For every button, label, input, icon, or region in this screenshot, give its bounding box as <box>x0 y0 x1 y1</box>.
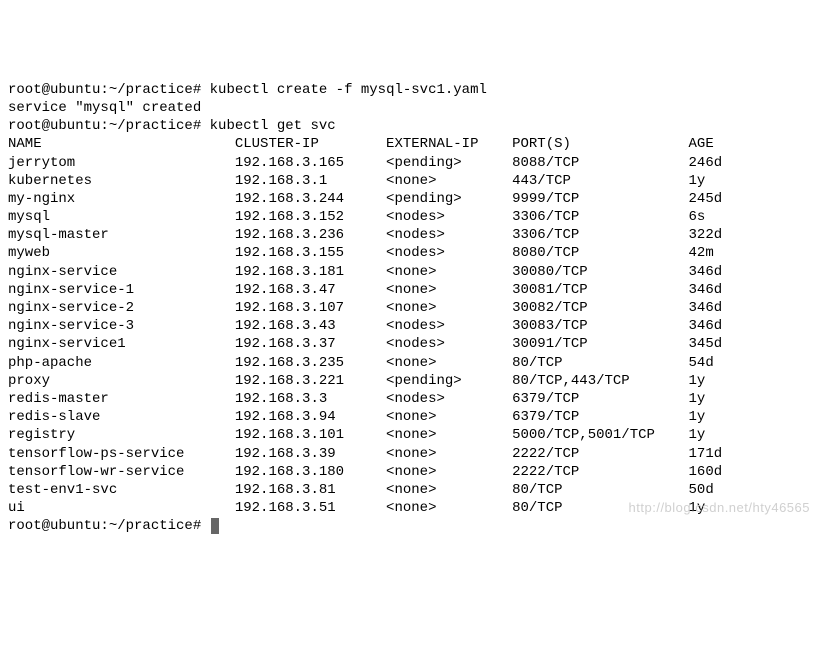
table-row: kubernetes 192.168.3.1 <none> 443/TCP 1y <box>8 172 812 190</box>
table-row: nginx-service-1 192.168.3.47 <none> 3008… <box>8 281 812 299</box>
table-row: redis-master 192.168.3.3 <nodes> 6379/TC… <box>8 390 812 408</box>
table-row: nginx-service-2 192.168.3.107 <none> 300… <box>8 299 812 317</box>
table-row: registry 192.168.3.101 <none> 5000/TCP,5… <box>8 426 812 444</box>
terminal-output: root@ubuntu:~/practice# kubectl create -… <box>8 81 812 536</box>
table-row: tensorflow-ps-service 192.168.3.39 <none… <box>8 445 812 463</box>
table-row: tensorflow-wr-service 192.168.3.180 <non… <box>8 463 812 481</box>
command-text: kubectl create -f mysql-svc1.yaml <box>210 82 487 98</box>
prompt-line-3: root@ubuntu:~/practice# <box>8 517 812 535</box>
shell-prompt: root@ubuntu:~/practice# <box>8 118 201 134</box>
prompt-line-1: root@ubuntu:~/practice# kubectl create -… <box>8 81 812 99</box>
table-row: php-apache 192.168.3.235 <none> 80/TCP 5… <box>8 354 812 372</box>
table-row: my-nginx 192.168.3.244 <pending> 9999/TC… <box>8 190 812 208</box>
shell-prompt: root@ubuntu:~/practice# <box>8 82 201 98</box>
table-header: NAME CLUSTER-IP EXTERNAL-IP PORT(S) AGE <box>8 135 812 153</box>
table-row: myweb 192.168.3.155 <nodes> 8080/TCP 42m <box>8 244 812 262</box>
table-row: nginx-service-3 192.168.3.43 <nodes> 300… <box>8 317 812 335</box>
table-row: proxy 192.168.3.221 <pending> 80/TCP,443… <box>8 372 812 390</box>
response-line-1: service "mysql" created <box>8 99 812 117</box>
table-row: redis-slave 192.168.3.94 <none> 6379/TCP… <box>8 408 812 426</box>
shell-prompt: root@ubuntu:~/practice# <box>8 518 201 534</box>
watermark-text: http://blog.csdn.net/hty46565 <box>629 500 810 517</box>
table-row: nginx-service1 192.168.3.37 <nodes> 3009… <box>8 335 812 353</box>
table-row: jerrytom 192.168.3.165 <pending> 8088/TC… <box>8 154 812 172</box>
table-row: mysql 192.168.3.152 <nodes> 3306/TCP 6s <box>8 208 812 226</box>
table-row: nginx-service 192.168.3.181 <none> 30080… <box>8 263 812 281</box>
table-row: mysql-master 192.168.3.236 <nodes> 3306/… <box>8 226 812 244</box>
table-row: test-env1-svc 192.168.3.81 <none> 80/TCP… <box>8 481 812 499</box>
cursor-icon[interactable] <box>211 518 219 534</box>
prompt-line-2: root@ubuntu:~/practice# kubectl get svc <box>8 117 812 135</box>
command-text: kubectl get svc <box>210 118 336 134</box>
